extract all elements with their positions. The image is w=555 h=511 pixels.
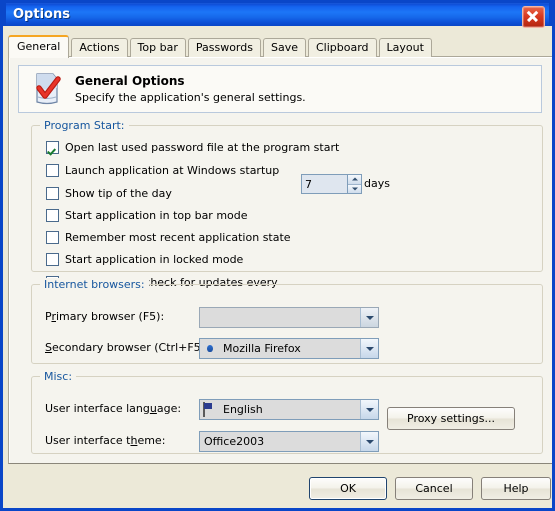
secondary-browser-value: Mozilla Firefox [223, 342, 301, 355]
spinner-down-icon[interactable] [348, 184, 361, 193]
chevron-down-icon[interactable] [360, 308, 378, 327]
update-interval-unit-label: days [364, 177, 390, 190]
tab-strip: General Actions Top bar Passwords Save C… [8, 35, 434, 58]
checkbox-open-last-file-label: Open last used password file at the prog… [65, 140, 340, 154]
group-program-start: Program Start: Open last used password f… [31, 119, 543, 289]
checkbox-tip-of-the-day[interactable] [46, 186, 59, 200]
title-bar: Options [3, 0, 552, 28]
firefox-icon [203, 342, 219, 356]
tab-save[interactable]: Save [262, 38, 306, 57]
tab-page-general: General Options Specify the application'… [8, 56, 552, 464]
chevron-down-icon[interactable] [360, 400, 378, 419]
help-button[interactable]: Help [481, 477, 551, 500]
checkbox-locked-mode[interactable] [46, 252, 59, 266]
checkbox-launch-at-startup-label: Launch application at Windows startup [65, 163, 280, 177]
chevron-down-icon[interactable] [360, 432, 378, 451]
update-interval-stepper[interactable] [301, 174, 362, 194]
ui-language-label: User interface language: [45, 402, 182, 415]
group-program-start-caption: Program Start: [40, 119, 129, 132]
update-interval-input[interactable] [301, 174, 347, 194]
page-header: General Options Specify the application'… [18, 65, 542, 113]
tab-clipboard[interactable]: Clipboard [308, 38, 377, 57]
page-title: General Options [75, 74, 185, 88]
ui-theme-value: Office2003 [204, 435, 265, 448]
document-check-icon [31, 72, 63, 106]
checkbox-row-remember-state[interactable]: Remember most recent application state [46, 229, 291, 245]
page-subtitle: Specify the application's general settin… [75, 91, 306, 104]
primary-browser-label: Primary browser (F5): [45, 310, 165, 323]
secondary-browser-label: Secondary browser (Ctrl+F5): [45, 341, 209, 354]
primary-browser-dropdown[interactable] [199, 307, 379, 328]
checkbox-top-bar-mode[interactable] [46, 208, 59, 222]
checkbox-top-bar-mode-label: Start application in top bar mode [65, 208, 248, 222]
checkbox-launch-at-startup[interactable] [46, 163, 59, 177]
checkbox-remember-state[interactable] [46, 230, 59, 244]
spinner-up-icon[interactable] [348, 175, 361, 185]
ui-theme-dropdown[interactable]: Office2003 [199, 431, 379, 452]
checkbox-row-launch-at-startup[interactable]: Launch application at Windows startup [46, 162, 279, 178]
checkbox-locked-mode-label: Start application in locked mode [65, 252, 244, 266]
ui-theme-label: User interface theme: [45, 434, 166, 447]
options-dialog: Options General Actions Top bar Password… [0, 0, 555, 511]
group-internet-browsers-caption: Internet browsers: [40, 278, 149, 291]
close-icon[interactable] [522, 6, 545, 28]
window-title: Options [13, 7, 70, 22]
tab-general[interactable]: General [8, 35, 70, 58]
tab-layout[interactable]: Layout [378, 38, 432, 57]
tab-passwords[interactable]: Passwords [187, 38, 261, 57]
us-flag-icon [203, 401, 219, 417]
tab-top-bar[interactable]: Top bar [129, 38, 186, 57]
checkbox-row-top-bar-mode[interactable]: Start application in top bar mode [46, 207, 248, 223]
checkbox-remember-state-label: Remember most recent application state [65, 230, 291, 244]
page-header-texts: General Options Specify the application'… [75, 74, 306, 104]
ok-button[interactable]: OK [309, 477, 387, 500]
ui-language-value: English [223, 403, 263, 416]
checkbox-row-open-last-file[interactable]: Open last used password file at the prog… [46, 139, 339, 155]
chevron-down-icon[interactable] [360, 339, 378, 358]
cancel-button[interactable]: Cancel [395, 477, 473, 500]
update-interval-spin-buttons[interactable] [347, 174, 362, 194]
group-misc-caption: Misc: [40, 370, 77, 383]
tab-actions[interactable]: Actions [71, 38, 128, 57]
secondary-browser-dropdown[interactable]: Mozilla Firefox [199, 338, 379, 359]
ui-language-dropdown[interactable]: English [199, 399, 379, 420]
checkbox-row-tip-of-the-day[interactable]: Show tip of the day [46, 185, 172, 201]
checkbox-row-locked-mode[interactable]: Start application in locked mode [46, 251, 243, 267]
checkbox-open-last-file[interactable] [46, 140, 59, 154]
checkbox-tip-of-the-day-label: Show tip of the day [65, 186, 172, 200]
proxy-settings-button[interactable]: Proxy settings... [387, 407, 515, 430]
